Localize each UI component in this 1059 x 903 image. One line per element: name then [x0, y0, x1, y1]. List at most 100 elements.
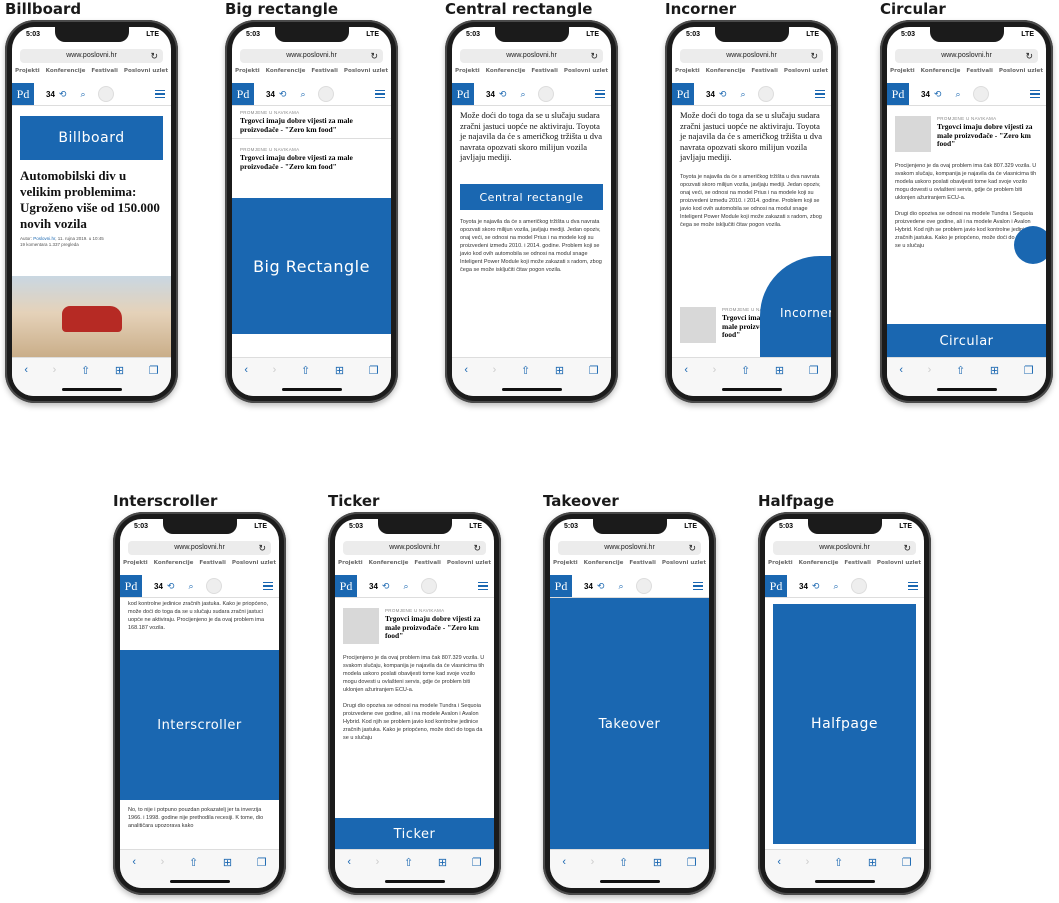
reload-icon[interactable]: ↻ [688, 541, 696, 555]
ad-incorner[interactable]: Incorner [760, 256, 831, 358]
search-icon[interactable]: ⌕ [833, 581, 838, 592]
phone-mockup: 5:03 LTE www.poslovni.hr ↻ Projekti Konfere… [113, 512, 286, 895]
search-icon[interactable]: ⌕ [80, 89, 85, 100]
reload-icon[interactable]: ↻ [590, 49, 598, 63]
url-bar[interactable]: www.poslovni.hr ↻ [460, 49, 603, 63]
url-bar[interactable]: www.poslovni.hr ↻ [343, 541, 486, 555]
site-logo[interactable]: Pd [232, 83, 254, 105]
search-icon[interactable]: ⌕ [618, 581, 623, 592]
tabs-icon: ❐ [808, 365, 819, 377]
phone-mockup: 5:03 LTE www.poslovni.hr ↻ Projekti Konfere… [445, 20, 618, 403]
reload-icon[interactable]: ↻ [903, 541, 911, 555]
forward-icon: › [160, 856, 165, 868]
avatar [850, 578, 867, 594]
format-caption: Interscroller [113, 492, 218, 510]
format-caption: Billboard [5, 0, 82, 18]
reload-icon[interactable]: ↻ [150, 49, 158, 63]
share-icon: ⇧ [618, 857, 629, 869]
back-icon: ‹ [777, 856, 781, 868]
ad-ticker[interactable]: Ticker [335, 818, 494, 850]
back-icon: ‹ [899, 364, 903, 376]
history-icon: ⟲ [811, 580, 820, 591]
bookmarks-icon: ⊞ [437, 857, 448, 869]
menu-icon[interactable] [693, 580, 703, 593]
ad-interscroller[interactable]: Interscroller [120, 650, 279, 800]
site-logo[interactable]: Pd [672, 83, 694, 105]
url-bar[interactable]: www.poslovni.hr ↻ [20, 49, 163, 63]
ad-circle[interactable] [1014, 226, 1046, 264]
bookmarks-icon: ⊞ [652, 857, 663, 869]
reload-icon[interactable]: ↻ [1025, 49, 1033, 63]
back-icon: ‹ [347, 856, 351, 868]
avatar [317, 86, 334, 102]
url-bar[interactable]: www.poslovni.hr ↻ [773, 541, 916, 555]
reload-icon[interactable]: ↻ [810, 49, 818, 63]
url-bar[interactable]: www.poslovni.hr ↻ [680, 49, 823, 63]
tabs-icon: ❐ [901, 857, 912, 869]
history-icon: ⟲ [718, 88, 727, 99]
share-icon: ⇧ [955, 365, 966, 377]
reload-icon[interactable]: ↻ [370, 49, 378, 63]
url-bar[interactable]: www.poslovni.hr ↻ [128, 541, 271, 555]
search-icon[interactable]: ⌕ [403, 581, 408, 592]
bookmarks-icon: ⊞ [867, 857, 878, 869]
forward-icon: › [805, 856, 810, 868]
menu-icon[interactable] [263, 580, 273, 593]
menu-icon[interactable] [815, 88, 825, 101]
share-icon: ⇧ [403, 857, 414, 869]
tabs-icon: ❐ [588, 365, 599, 377]
phone-mockup: 5:03 LTE www.poslovni.hr ↻ Projekti Konfere… [543, 512, 716, 895]
avatar [757, 86, 774, 102]
ad-halfpage[interactable]: Halfpage [773, 604, 916, 844]
format-caption: Incorner [665, 0, 737, 18]
menu-icon[interactable] [155, 88, 165, 101]
history-icon: ⟲ [166, 580, 175, 591]
history-icon: ⟲ [381, 580, 390, 591]
site-logo[interactable]: Pd [335, 575, 357, 597]
back-icon: ‹ [132, 856, 136, 868]
search-icon[interactable]: ⌕ [300, 89, 305, 100]
menu-icon[interactable] [908, 580, 918, 593]
format-caption: Ticker [328, 492, 380, 510]
search-icon[interactable]: ⌕ [955, 89, 960, 100]
url-bar[interactable]: www.poslovni.hr ↻ [558, 541, 701, 555]
url-bar[interactable]: www.poslovni.hr ↻ [240, 49, 383, 63]
ad-central-rectangle[interactable]: Central rectangle [460, 184, 603, 210]
ad-takeover[interactable]: Takeover [550, 598, 709, 850]
site-logo[interactable]: Pd [12, 83, 34, 105]
share-icon: ⇧ [300, 365, 311, 377]
search-icon[interactable]: ⌕ [520, 89, 525, 100]
back-icon: ‹ [24, 364, 28, 376]
menu-icon[interactable] [1030, 88, 1040, 101]
site-logo[interactable]: Pd [550, 575, 572, 597]
format-caption: Halfpage [758, 492, 835, 510]
forward-icon: › [590, 856, 595, 868]
phone-mockup: 5:03 LTE www.poslovni.hr ↻ Projekti Konfere… [328, 512, 501, 895]
search-icon[interactable]: ⌕ [740, 89, 745, 100]
site-logo[interactable]: Pd [887, 83, 909, 105]
share-icon: ⇧ [740, 365, 751, 377]
site-logo[interactable]: Pd [452, 83, 474, 105]
menu-icon[interactable] [375, 88, 385, 101]
history-icon: ⟲ [933, 88, 942, 99]
reload-icon[interactable]: ↻ [258, 541, 266, 555]
site-logo[interactable]: Pd [120, 575, 142, 597]
forward-icon: › [492, 364, 497, 376]
history-icon: ⟲ [498, 88, 507, 99]
menu-icon[interactable] [478, 580, 488, 593]
avatar [205, 578, 222, 594]
ad-big-rectangle[interactable]: Big Rectangle [232, 198, 391, 334]
site-logo[interactable]: Pd [765, 575, 787, 597]
menu-icon[interactable] [595, 88, 605, 101]
tabs-icon: ❐ [256, 857, 267, 869]
bookmarks-icon: ⊞ [114, 365, 125, 377]
ad-banner[interactable]: Billboard [20, 116, 163, 160]
back-icon: ‹ [244, 364, 248, 376]
reload-icon[interactable]: ↻ [473, 541, 481, 555]
forward-icon: › [375, 856, 380, 868]
url-bar[interactable]: www.poslovni.hr ↻ [895, 49, 1038, 63]
avatar [635, 578, 652, 594]
search-icon[interactable]: ⌕ [188, 581, 193, 592]
ad-circular-bar[interactable]: Circular [887, 324, 1046, 358]
phone-mockup: 5:03 LTE www.poslovni.hr ↻ Projekti Konfere… [665, 20, 838, 403]
